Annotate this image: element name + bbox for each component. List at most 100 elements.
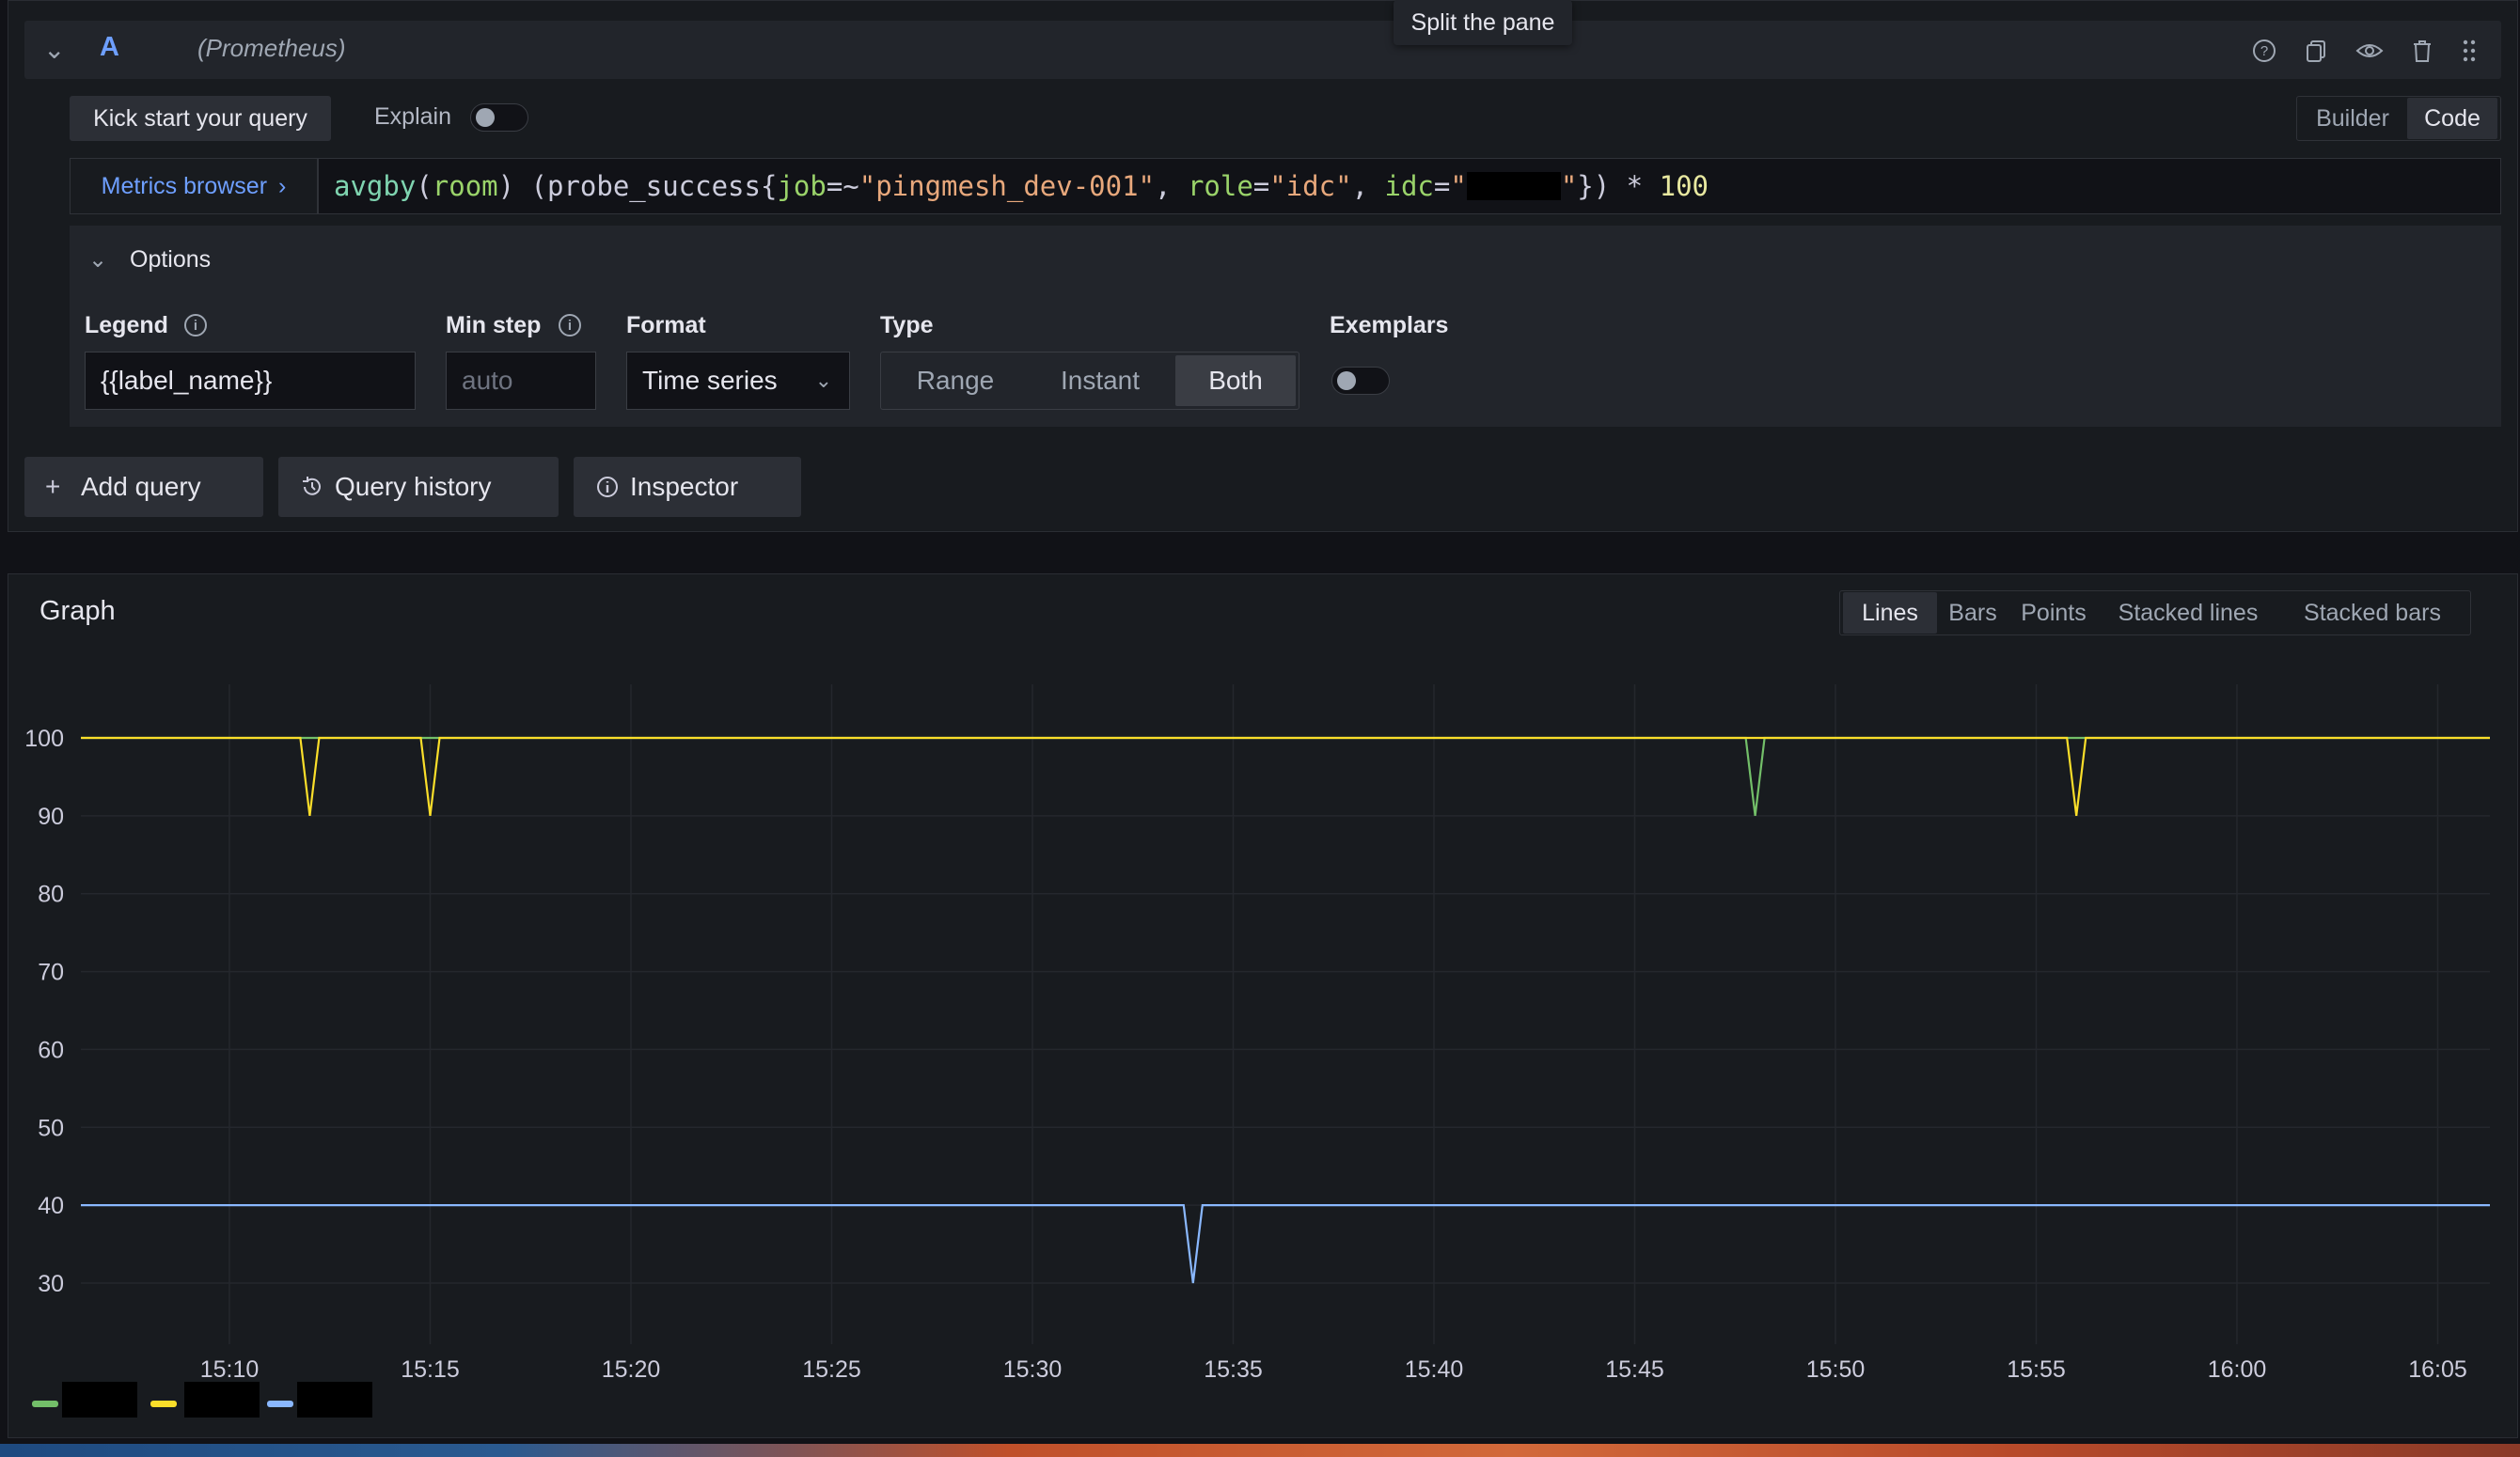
min-step-label: Min step bbox=[446, 312, 542, 338]
vis-points-button[interactable]: Points bbox=[2008, 592, 2099, 634]
code-token: , bbox=[1351, 170, 1385, 202]
y-tick-label: 70 bbox=[38, 960, 64, 986]
code-token: idc bbox=[1384, 170, 1434, 202]
chevron-right-icon: › bbox=[278, 172, 287, 199]
type-label: Type bbox=[880, 312, 934, 338]
eye-icon[interactable] bbox=[2353, 34, 2386, 68]
query-row-header bbox=[24, 21, 2501, 79]
code-token: "pingmesh_dev-001" bbox=[858, 170, 1156, 202]
metrics-browser-label: Metrics browser bbox=[101, 172, 268, 199]
x-tick-label: 16:00 bbox=[2208, 1356, 2267, 1383]
code-token: by bbox=[383, 170, 417, 202]
chevron-down-icon: ⌄ bbox=[814, 368, 832, 392]
x-tick-label: 15:20 bbox=[602, 1356, 661, 1383]
query-history-button[interactable]: Query history bbox=[278, 457, 559, 517]
options-title[interactable]: Options bbox=[130, 246, 211, 274]
legend-label-redacted[interactable] bbox=[184, 1382, 260, 1418]
x-tick-label: 15:30 bbox=[1003, 1356, 1063, 1383]
exemplars-label: Exemplars bbox=[1330, 312, 1449, 338]
y-tick-label: 40 bbox=[38, 1193, 64, 1219]
graph-title: Graph bbox=[39, 596, 116, 626]
code-mode-button[interactable]: Code bbox=[2407, 98, 2497, 139]
code-token: " bbox=[1560, 170, 1578, 202]
legend-input[interactable]: {{label_name}} bbox=[85, 352, 416, 410]
y-tick-label: 50 bbox=[38, 1115, 64, 1141]
min-step-input[interactable]: auto bbox=[446, 352, 596, 410]
type-range-button[interactable]: Range bbox=[884, 355, 1027, 406]
vis-stacked-lines-button[interactable]: Stacked lines bbox=[2101, 592, 2276, 634]
y-tick-label: 100 bbox=[24, 726, 64, 752]
query-ref-id[interactable]: A bbox=[100, 32, 119, 63]
format-label: Format bbox=[626, 312, 706, 338]
type-both-button[interactable]: Both bbox=[1175, 355, 1296, 406]
code-token: , bbox=[1155, 170, 1188, 202]
datasource-name: (Prometheus) bbox=[197, 34, 346, 62]
code-token: ( bbox=[416, 170, 433, 202]
code-token: room bbox=[432, 170, 498, 202]
x-tick-label: 15:15 bbox=[401, 1356, 460, 1383]
series-line bbox=[81, 736, 2490, 816]
help-icon[interactable]: ? bbox=[2247, 34, 2281, 68]
code-token: }) * bbox=[1577, 170, 1660, 202]
series-line bbox=[81, 736, 2490, 816]
info-icon[interactable]: i bbox=[559, 314, 581, 337]
legend-label-redacted[interactable] bbox=[297, 1382, 372, 1418]
format-select[interactable]: Time series ⌄ bbox=[626, 352, 850, 410]
plus-icon: + bbox=[45, 472, 61, 501]
x-tick-label: 15:50 bbox=[1806, 1356, 1866, 1383]
inspector-label: Inspector bbox=[630, 472, 739, 501]
x-tick-label: 15:10 bbox=[200, 1356, 260, 1383]
code-token: avg bbox=[334, 170, 384, 202]
x-tick-label: 15:25 bbox=[802, 1356, 861, 1383]
window-background-strip bbox=[0, 1444, 2520, 1457]
y-tick-label: 90 bbox=[38, 804, 64, 830]
duplicate-icon[interactable] bbox=[2300, 34, 2334, 68]
explain-toggle[interactable] bbox=[470, 103, 528, 132]
legend-swatch-blue[interactable] bbox=[267, 1401, 293, 1407]
add-query-button[interactable]: + Add query bbox=[24, 457, 263, 517]
code-token: = bbox=[1433, 170, 1451, 202]
legend-swatch-green[interactable] bbox=[32, 1401, 58, 1407]
code-token: = bbox=[1252, 170, 1270, 202]
x-tick-label: 15:40 bbox=[1405, 1356, 1464, 1383]
series-line bbox=[81, 1204, 2490, 1284]
x-tick-label: 15:55 bbox=[2007, 1356, 2066, 1383]
time-series-chart[interactable]: 15:10 15:15 15:20 15:25 15:30 15:35 15:40 15:45… bbox=[0, 658, 2520, 1391]
metrics-browser-button[interactable]: Metrics browser › bbox=[70, 158, 318, 214]
legend-swatch-yellow[interactable] bbox=[150, 1401, 177, 1407]
code-token: ) (probe_success{ bbox=[497, 170, 778, 202]
explain-label: Explain bbox=[374, 103, 451, 130]
query-history-label: Query history bbox=[335, 472, 492, 501]
add-query-label: Add query bbox=[81, 472, 201, 501]
vis-lines-button[interactable]: Lines bbox=[1843, 592, 1937, 634]
code-token: role bbox=[1187, 170, 1253, 202]
chevron-down-icon[interactable]: ⌄ bbox=[88, 246, 107, 274]
code-token: =~ bbox=[826, 170, 859, 202]
vis-stacked-bars-button[interactable]: Stacked bars bbox=[2277, 592, 2467, 634]
info-icon[interactable]: i bbox=[184, 314, 207, 337]
inspector-button[interactable]: Inspector bbox=[574, 457, 801, 517]
chevron-down-icon[interactable]: ⌄ bbox=[43, 34, 65, 65]
info-icon bbox=[594, 457, 621, 517]
kick-start-button[interactable]: Kick start your query bbox=[70, 96, 331, 141]
vis-bars-button[interactable]: Bars bbox=[1939, 592, 2007, 634]
code-token: " bbox=[1450, 170, 1467, 202]
format-value: Time series bbox=[642, 366, 778, 395]
query-code-editor[interactable]: avg by (room) (probe_success{job =~ "pingm… bbox=[318, 158, 2501, 214]
legend-label: Legend bbox=[85, 312, 168, 338]
legend-label-redacted[interactable] bbox=[62, 1382, 137, 1418]
code-token: job bbox=[777, 170, 827, 202]
history-icon bbox=[299, 457, 325, 517]
y-tick-label: 60 bbox=[38, 1037, 64, 1063]
trash-icon[interactable] bbox=[2405, 34, 2439, 68]
builder-mode-button[interactable]: Builder bbox=[2300, 98, 2405, 139]
redacted-value bbox=[1466, 172, 1561, 200]
type-instant-button[interactable]: Instant bbox=[1029, 355, 1172, 406]
y-tick-label: 80 bbox=[38, 882, 64, 908]
drag-handle-icon[interactable] bbox=[2452, 34, 2486, 68]
x-tick-label: 15:45 bbox=[1605, 1356, 1664, 1383]
exemplars-toggle[interactable] bbox=[1331, 367, 1390, 395]
code-token: 100 bbox=[1659, 170, 1709, 202]
x-tick-label: 16:05 bbox=[2408, 1356, 2467, 1383]
svg-text:?: ? bbox=[2260, 43, 2268, 59]
